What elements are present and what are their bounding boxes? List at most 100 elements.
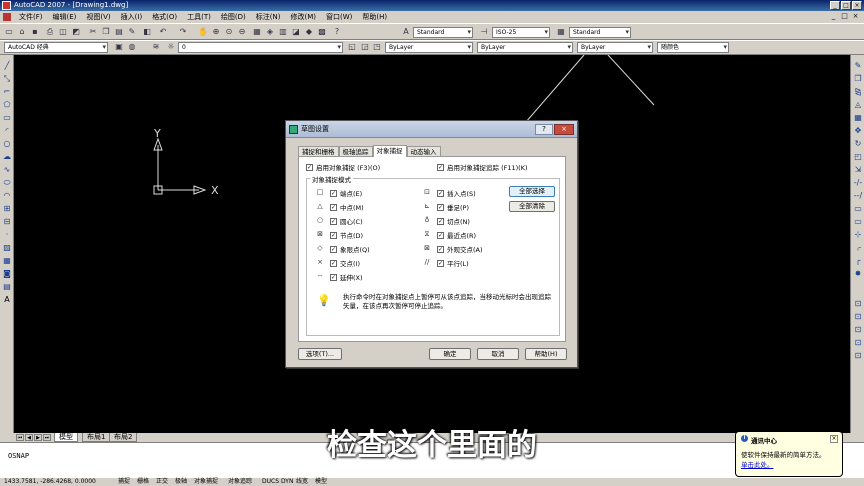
model-toggle[interactable]: 模型 (315, 478, 327, 486)
make-current-layer-icon[interactable]: ◱ (347, 42, 357, 52)
properties-icon[interactable]: ▦ (252, 27, 262, 37)
text-style-combo[interactable]: Standard (413, 27, 473, 38)
region-icon[interactable]: ◙ (2, 269, 12, 279)
grid-toggle[interactable]: 栅格 (137, 478, 149, 486)
explode-icon[interactable]: ✸ (853, 269, 863, 279)
dyn-toggle[interactable]: DYN (281, 478, 293, 486)
join-icon[interactable]: ⊹ (853, 230, 863, 240)
dialog-help-button[interactable]: ? (535, 124, 553, 135)
copy-icon[interactable]: ❐ (101, 27, 111, 37)
cancel-button[interactable]: 取消 (477, 348, 519, 360)
spline-icon[interactable]: ∿ (2, 165, 12, 175)
tab-object-snap[interactable]: 对象捕捉 (372, 145, 407, 157)
calculator-icon[interactable]: ▩ (317, 27, 327, 37)
snap-extension-checkbox[interactable]: ✓ 延伸(X) (330, 272, 363, 282)
doc-minimize-button[interactable]: _ (829, 12, 838, 21)
menu-dimension[interactable]: 标注(N) (251, 11, 286, 23)
snap-apparent-intersection-box[interactable]: ✓ (437, 245, 444, 253)
lightbulb-icon[interactable]: ☼ (166, 42, 176, 52)
erase-icon[interactable]: ✎ (853, 61, 863, 71)
snap-center-checkbox[interactable]: ✓ 圆心(C) (330, 216, 363, 226)
lineweight-toggle[interactable]: 线宽 (296, 478, 308, 486)
enable-osnap-box[interactable]: ✓ (306, 163, 313, 171)
snap-quadrant-box[interactable]: ✓ (330, 245, 337, 253)
gradient-icon[interactable]: ▦ (2, 256, 12, 266)
ellipse-arc-icon[interactable]: ◠ (2, 191, 12, 201)
enable-tracking-checkbox[interactable]: ✓ 启用对象捕捉追踪 (F11)(K) (437, 162, 527, 172)
linetype-combo[interactable]: ByLayer (477, 42, 573, 53)
osnap-toolbar-icon[interactable]: ⊡ (853, 299, 863, 309)
snap-midpoint-box[interactable]: ✓ (330, 203, 337, 211)
options-button[interactable]: 选项(T)... (298, 348, 342, 360)
move-icon[interactable]: ✥ (853, 126, 863, 136)
minimize-button[interactable]: _ (830, 1, 840, 10)
snap-nearest-checkbox[interactable]: ✓ 最近点(R) (437, 230, 476, 240)
polyline-icon[interactable]: ⌐ (2, 87, 12, 97)
scale-icon[interactable]: ◰ (853, 152, 863, 162)
osnap-endpoint-icon[interactable]: ⊡ (853, 312, 863, 322)
ok-button[interactable]: 确定 (429, 348, 471, 360)
rotate-icon[interactable]: ↻ (853, 139, 863, 149)
arc-icon[interactable]: ◜ (2, 126, 12, 136)
snap-extension-box[interactable]: ✓ (330, 273, 337, 281)
extend-icon[interactable]: --/ (853, 191, 863, 201)
zoom-realtime-icon[interactable]: ⊕ (211, 27, 221, 37)
layer-state-icon[interactable]: ◳ (372, 42, 382, 52)
layer-manager-icon[interactable]: ≋ (151, 42, 161, 52)
workspace-settings-icon[interactable]: ▣ (114, 42, 124, 52)
snap-node-checkbox[interactable]: ✓ 节点(D) (330, 230, 363, 240)
lineweight-combo[interactable]: ByLayer (577, 42, 653, 53)
clear-all-button[interactable]: 全部清除 (509, 201, 555, 212)
save-icon[interactable]: ▪ (30, 27, 40, 37)
otrack-toggle[interactable]: 对象追踪 (228, 478, 252, 486)
plot-icon[interactable]: ⎙ (45, 27, 55, 37)
snap-intersection-checkbox[interactable]: ✓ 交点(I) (330, 258, 360, 268)
hatch-icon[interactable]: ▨ (2, 243, 12, 253)
chamfer-icon[interactable]: ⌌ (853, 243, 863, 253)
table-icon[interactable]: ▤ (2, 282, 12, 292)
menu-help[interactable]: 帮助(H) (357, 11, 392, 23)
snap-node-box[interactable]: ✓ (330, 231, 337, 239)
table-style-combo[interactable]: Standard (569, 27, 631, 38)
sheet-set-icon[interactable]: ◪ (291, 27, 301, 37)
offset-icon[interactable]: ◬ (853, 100, 863, 110)
pan-icon[interactable]: ✋ (198, 27, 208, 37)
doc-close-button[interactable]: × (851, 12, 860, 21)
paste-icon[interactable]: ▤ (114, 27, 124, 37)
enable-tracking-box[interactable]: ✓ (437, 163, 444, 171)
trim-icon[interactable]: -/- (853, 178, 863, 188)
snap-insertion-box[interactable]: ✓ (437, 189, 444, 197)
snap-endpoint-box[interactable]: ✓ (330, 189, 337, 197)
fillet-icon[interactable]: ╭ (853, 256, 863, 266)
osnap-toggle[interactable]: 对象捕捉 (194, 478, 218, 486)
snap-quadrant-checkbox[interactable]: ✓ 象限点(Q) (330, 244, 370, 254)
block-editor-icon[interactable]: ◧ (142, 27, 152, 37)
notification-close-button[interactable]: × (830, 435, 838, 443)
color-combo[interactable]: ByLayer (385, 42, 473, 53)
line-icon[interactable]: ╱ (2, 61, 12, 71)
array-icon[interactable]: ▦ (853, 113, 863, 123)
construction-line-icon[interactable]: ⤡ (2, 74, 12, 84)
preview-icon[interactable]: ◫ (58, 27, 68, 37)
doc-restore-button[interactable]: □ (840, 12, 849, 21)
snap-midpoint-checkbox[interactable]: ✓ 中点(M) (330, 202, 364, 212)
menu-tools[interactable]: 工具(T) (182, 11, 216, 23)
snap-parallel-box[interactable]: ✓ (437, 259, 444, 267)
design-center-icon[interactable]: ◈ (265, 27, 275, 37)
menu-draw[interactable]: 绘图(D) (216, 11, 251, 23)
menu-window[interactable]: 窗口(W) (321, 11, 357, 23)
notification-link[interactable]: 单击此处。 (741, 459, 837, 469)
markup-icon[interactable]: ◆ (304, 27, 314, 37)
layer-combo[interactable]: 0 (178, 42, 343, 53)
osnap-center-icon[interactable]: ⊡ (853, 338, 863, 348)
snap-nearest-box[interactable]: ✓ (437, 231, 444, 239)
layer-previous-icon[interactable]: ◲ (360, 42, 370, 52)
rectangle-icon[interactable]: ▭ (2, 113, 12, 123)
zoom-previous-icon[interactable]: ⊖ (237, 27, 247, 37)
snap-endpoint-checkbox[interactable]: ✓ 端点(E) (330, 188, 362, 198)
point-icon[interactable]: · (2, 230, 12, 240)
dim-style-combo[interactable]: ISO-25 (492, 27, 550, 38)
snap-apparent-intersection-checkbox[interactable]: ✓ 外观交点(A) (437, 244, 483, 254)
insert-block-icon[interactable]: ⊞ (2, 204, 12, 214)
snap-center-box[interactable]: ✓ (330, 217, 337, 225)
